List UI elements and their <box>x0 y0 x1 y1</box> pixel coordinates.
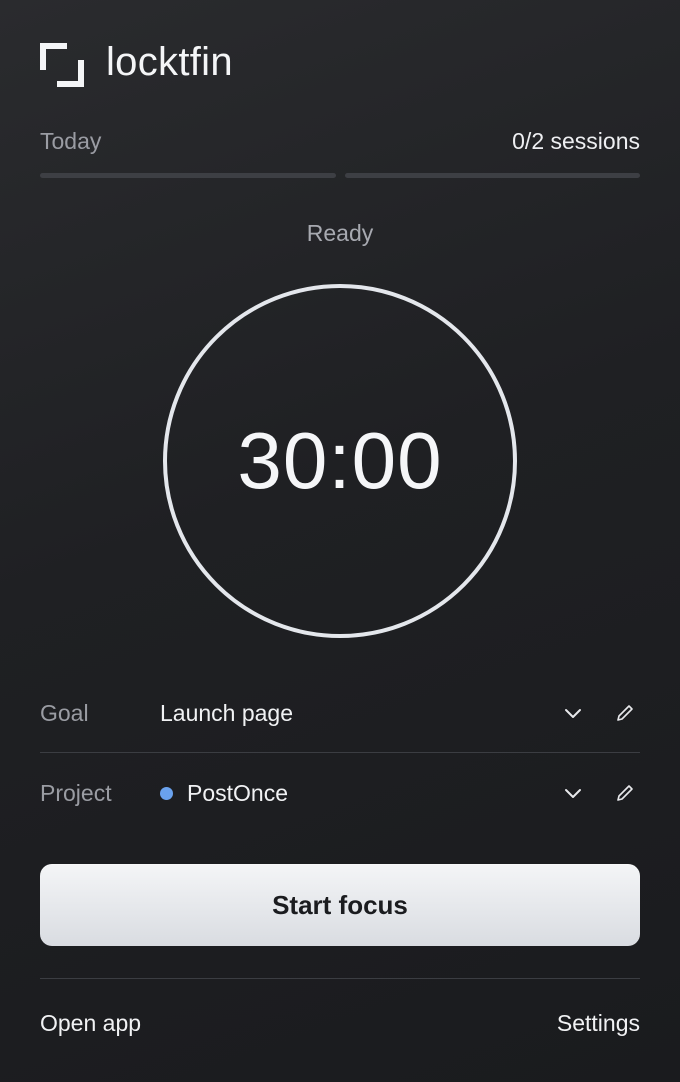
logo-icon <box>40 43 84 87</box>
footer: Open app Settings <box>40 1010 640 1037</box>
project-color-dot <box>160 786 173 800</box>
start-focus-button[interactable]: Start focus <box>40 864 640 946</box>
settings-link[interactable]: Settings <box>557 1010 640 1037</box>
goal-row: Goal Launch page <box>40 693 640 733</box>
today-summary: Today 0/2 sessions <box>40 128 640 155</box>
goal-label: Goal <box>40 699 89 726</box>
divider <box>40 978 640 979</box>
goal-select[interactable]: Launch page <box>160 700 558 727</box>
timer-status: Ready <box>306 220 374 246</box>
goal-edit-button[interactable] <box>610 698 640 728</box>
pencil-icon <box>617 705 633 721</box>
session-progress-segment <box>40 173 336 178</box>
chevron-down-icon <box>565 709 581 718</box>
open-app-link[interactable]: Open app <box>40 1010 141 1037</box>
goal-value: Launch page <box>160 699 294 726</box>
app-name: locktfin <box>106 39 233 84</box>
project-select[interactable]: PostOnce <box>160 780 558 807</box>
session-progress <box>40 173 640 178</box>
chevron-down-icon <box>565 789 581 798</box>
divider <box>40 752 640 753</box>
project-row: Project PostOnce <box>40 773 640 813</box>
today-label: Today <box>40 128 102 154</box>
project-edit-button[interactable] <box>610 778 640 808</box>
pencil-icon <box>617 785 633 801</box>
sessions-count: 0/2 sessions <box>512 128 640 154</box>
session-progress-segment <box>344 173 640 178</box>
focus-timer-panel: locktfin Today 0/2 sessions Ready 30:00 … <box>40 0 640 1082</box>
header: locktfin <box>40 40 233 90</box>
timer-dial: 30:00 <box>163 284 517 638</box>
project-value: PostOnce <box>187 779 288 806</box>
project-dropdown-button[interactable] <box>558 778 588 808</box>
project-label: Project <box>40 779 112 806</box>
goal-dropdown-button[interactable] <box>558 698 588 728</box>
timer-display: 30:00 <box>237 416 443 505</box>
